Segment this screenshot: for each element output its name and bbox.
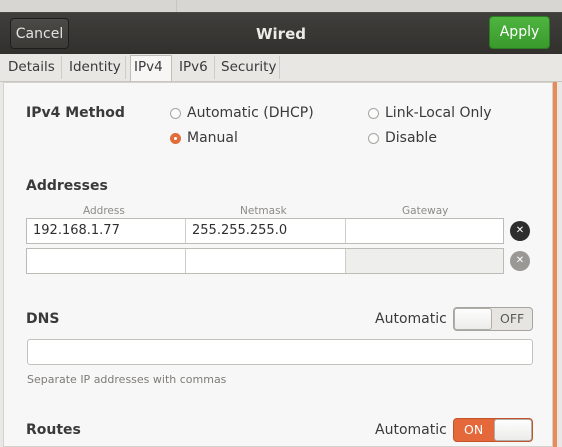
address-input[interactable] (27, 249, 185, 273)
header-bar: Cancel Wired Apply (0, 12, 562, 55)
radio-label: Disable (385, 130, 437, 146)
netmask-input[interactable] (185, 249, 345, 273)
toggle-knob (454, 308, 492, 330)
addresses-label: Addresses (26, 178, 108, 194)
apply-button[interactable]: Apply (489, 16, 550, 49)
tab-bar: Details Identity IPv4 IPv6 Security (0, 54, 562, 82)
column-header-address: Address (83, 205, 125, 217)
radio-label: Link-Local Only (385, 105, 492, 121)
dns-label: DNS (26, 311, 60, 327)
radio-button[interactable] (368, 108, 379, 119)
gateway-input[interactable] (345, 249, 503, 273)
address-row: 192.168.1.77 255.255.255.0 (26, 218, 504, 244)
tab-security[interactable]: Security (218, 56, 280, 79)
routes-label: Routes (26, 422, 81, 438)
dns-automatic-toggle[interactable]: OFF (453, 307, 533, 331)
dns-servers-input[interactable] (27, 339, 533, 365)
tab-ipv4[interactable]: IPv4 (130, 55, 172, 81)
scrollbar[interactable] (553, 82, 557, 447)
toggle-knob (494, 419, 532, 441)
routes-automatic-label: Automatic (375, 422, 447, 438)
address-input[interactable]: 192.168.1.77 (27, 219, 185, 243)
tab-details[interactable]: Details (5, 56, 62, 79)
radio-button-checked[interactable] (170, 133, 181, 144)
radio-button[interactable] (368, 133, 379, 144)
toggle-state-label: OFF (500, 311, 525, 326)
ipv4-method-label: IPv4 Method (26, 105, 125, 121)
tab-ipv6[interactable]: IPv6 (176, 56, 215, 79)
address-row-empty (26, 248, 504, 274)
window-title: Wired (256, 25, 306, 43)
toggle-state-label: ON (464, 422, 484, 437)
dns-hint-text: Separate IP addresses with commas (27, 373, 227, 386)
close-circle-icon[interactable]: ✕ (510, 221, 530, 241)
routes-automatic-toggle[interactable]: ON (453, 418, 533, 442)
dns-automatic-label: Automatic (375, 311, 447, 327)
netmask-input[interactable]: 255.255.255.0 (185, 219, 345, 243)
column-header-netmask: Netmask (240, 205, 287, 217)
radio-button[interactable] (170, 108, 181, 119)
tab-identity[interactable]: Identity (66, 56, 126, 79)
column-header-gateway: Gateway (402, 205, 449, 217)
radio-label: Manual (187, 130, 238, 146)
radio-label: Automatic (DHCP) (187, 105, 314, 121)
gateway-input[interactable] (345, 219, 503, 243)
close-circle-icon[interactable]: ✕ (510, 251, 530, 271)
